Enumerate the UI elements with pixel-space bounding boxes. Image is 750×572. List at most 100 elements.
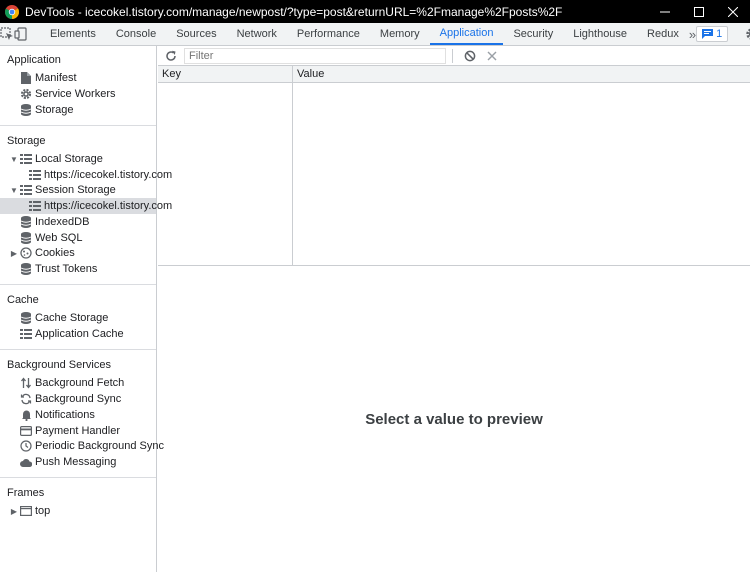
refresh-button[interactable] bbox=[158, 50, 184, 62]
section-header-background-services: Background Services bbox=[7, 359, 111, 371]
sidebar-item-application-cache[interactable]: Application Cache bbox=[20, 326, 124, 342]
value-preview-pane: Select a value to preview bbox=[158, 267, 750, 572]
delete-selected-button[interactable] bbox=[481, 51, 503, 61]
toolbar-divider bbox=[452, 48, 453, 63]
tab-elements[interactable]: Elements bbox=[40, 23, 106, 45]
bell-icon bbox=[20, 409, 32, 421]
storage-view-panel: Key Value Select a value to preview bbox=[158, 46, 750, 572]
sidebar-item-trust-tokens[interactable]: Trust Tokens bbox=[20, 261, 97, 277]
inspect-element-button[interactable] bbox=[0, 23, 14, 45]
arrows-updown-icon bbox=[20, 377, 32, 389]
document-icon bbox=[20, 72, 32, 84]
sidebar-item-payment-handler[interactable]: Payment Handler bbox=[20, 423, 120, 439]
filter-input[interactable] bbox=[184, 47, 446, 64]
sidebar-item-session-storage-origin[interactable]: https://icecokel.tistory.com bbox=[0, 198, 172, 214]
grid-icon bbox=[29, 200, 41, 212]
preview-placeholder-message: Select a value to preview bbox=[365, 411, 543, 428]
section-divider bbox=[0, 349, 156, 350]
card-icon bbox=[20, 425, 32, 437]
tab-performance[interactable]: Performance bbox=[287, 23, 370, 45]
window-titlebar: DevTools - icecokel.tistory.com/manage/n… bbox=[0, 0, 750, 23]
tab-sources[interactable]: Sources bbox=[166, 23, 226, 45]
inspect-icon bbox=[0, 27, 13, 40]
settings-button[interactable] bbox=[741, 27, 750, 41]
section-header-cache: Cache bbox=[7, 294, 39, 306]
storage-toolbar bbox=[158, 46, 750, 66]
grid-icon bbox=[20, 153, 32, 165]
sidebar-item-session-storage[interactable]: ▼ Session Storage bbox=[9, 182, 116, 198]
maximize-button[interactable] bbox=[682, 0, 716, 23]
triangle-right-icon[interactable]: ▶ bbox=[9, 507, 19, 516]
key-value-table: Key Value bbox=[158, 66, 750, 266]
close-window-button[interactable] bbox=[716, 0, 750, 23]
minimize-icon bbox=[660, 11, 670, 12]
maximize-icon bbox=[694, 6, 704, 17]
section-divider bbox=[0, 125, 156, 126]
issues-counter-button[interactable]: 1 bbox=[696, 26, 729, 42]
column-header-key[interactable]: Key bbox=[162, 68, 181, 80]
tab-security[interactable]: Security bbox=[503, 23, 563, 45]
database-icon bbox=[20, 312, 32, 324]
database-icon bbox=[20, 232, 32, 244]
sidebar-item-frame-top[interactable]: ▶ top bbox=[9, 503, 50, 519]
section-divider bbox=[0, 477, 156, 478]
tab-memory[interactable]: Memory bbox=[370, 23, 430, 45]
window-title: DevTools - icecokel.tistory.com/manage/n… bbox=[25, 4, 563, 19]
minimize-button[interactable] bbox=[648, 0, 682, 23]
gear-icon bbox=[746, 28, 750, 40]
sidebar-item-indexeddb[interactable]: IndexedDB bbox=[20, 214, 89, 230]
sidebar-item-local-storage[interactable]: ▼ Local Storage bbox=[9, 151, 103, 167]
device-toolbar-button[interactable] bbox=[14, 23, 28, 45]
tab-network[interactable]: Network bbox=[227, 23, 287, 45]
gear-icon bbox=[20, 88, 32, 100]
sidebar-item-background-sync[interactable]: Background Sync bbox=[20, 391, 121, 407]
triangle-down-icon[interactable]: ▼ bbox=[9, 186, 19, 195]
sidebar-item-cookies[interactable]: ▶ Cookies bbox=[9, 245, 75, 261]
database-icon bbox=[20, 263, 32, 275]
triangle-right-icon[interactable]: ▶ bbox=[9, 249, 19, 258]
grid-icon bbox=[29, 169, 41, 181]
clock-icon bbox=[20, 440, 32, 452]
block-icon bbox=[464, 50, 476, 61]
database-icon bbox=[20, 104, 32, 116]
section-header-application: Application bbox=[7, 54, 61, 66]
refresh-icon bbox=[166, 50, 176, 61]
close-icon bbox=[728, 6, 738, 17]
sidebar-item-cache-storage[interactable]: Cache Storage bbox=[20, 310, 108, 326]
table-header: Key Value bbox=[158, 66, 750, 83]
double-chevron-right-icon: » bbox=[688, 26, 697, 42]
sidebar-item-periodic-background-sync[interactable]: Periodic Background Sync bbox=[20, 438, 164, 454]
section-header-frames: Frames bbox=[7, 487, 45, 499]
triangle-down-icon[interactable]: ▼ bbox=[9, 155, 19, 164]
issues-count: 1 bbox=[716, 28, 723, 40]
tab-console[interactable]: Console bbox=[106, 23, 166, 45]
tab-lighthouse[interactable]: Lighthouse bbox=[563, 23, 637, 45]
cloud-icon bbox=[20, 456, 32, 468]
clear-all-button[interactable] bbox=[459, 50, 481, 62]
devtools-tabbar: Elements Console Sources Network Perform… bbox=[0, 23, 750, 46]
column-divider[interactable] bbox=[292, 66, 293, 266]
sidebar-item-background-fetch[interactable]: Background Fetch bbox=[20, 375, 124, 391]
chrome-icon bbox=[5, 4, 19, 19]
frame-icon bbox=[20, 505, 32, 517]
sidebar-item-service-workers[interactable]: Service Workers bbox=[20, 86, 115, 102]
sidebar-item-local-storage-origin[interactable]: https://icecokel.tistory.com bbox=[29, 167, 172, 183]
application-sidebar: Application Manifest Service Workers Sto… bbox=[0, 46, 172, 572]
sidebar-item-notifications[interactable]: Notifications bbox=[20, 407, 95, 423]
more-tabs-button[interactable]: » bbox=[689, 23, 696, 45]
tab-redux[interactable]: Redux bbox=[637, 23, 689, 45]
close-icon bbox=[487, 51, 497, 60]
tab-application[interactable]: Application bbox=[429, 23, 504, 45]
database-icon bbox=[20, 216, 32, 228]
section-header-storage: Storage bbox=[7, 135, 46, 147]
sidebar-item-push-messaging[interactable]: Push Messaging bbox=[20, 454, 116, 470]
message-icon bbox=[702, 29, 714, 39]
sidebar-item-manifest[interactable]: Manifest bbox=[20, 70, 77, 86]
grid-icon bbox=[20, 328, 32, 340]
sidebar-item-web-sql[interactable]: Web SQL bbox=[20, 230, 83, 246]
device-icon bbox=[14, 27, 27, 41]
sidebar-item-storage[interactable]: Storage bbox=[20, 102, 74, 118]
section-divider bbox=[0, 284, 156, 285]
column-header-value[interactable]: Value bbox=[297, 68, 324, 80]
sync-icon bbox=[20, 393, 32, 405]
